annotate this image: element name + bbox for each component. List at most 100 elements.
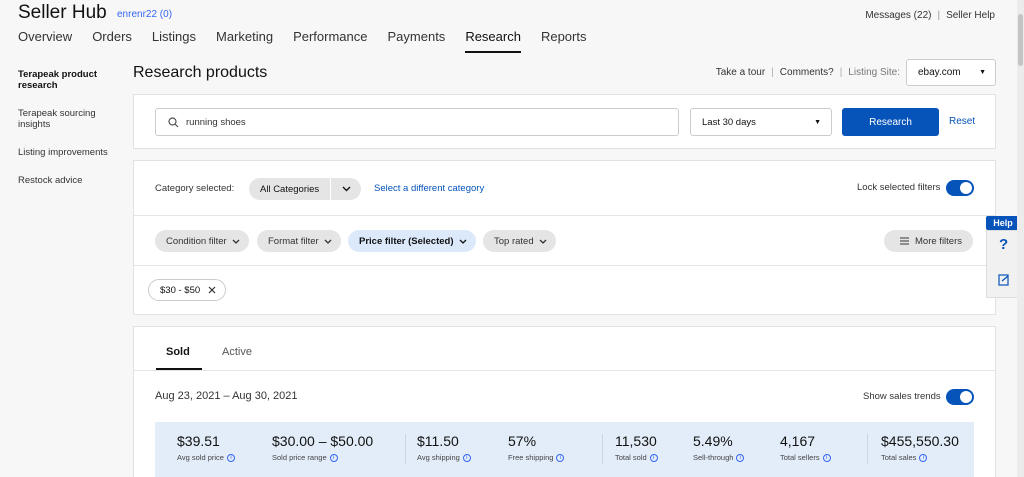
info-icon[interactable]: i	[919, 453, 928, 462]
date-range-value: Last 30 days	[702, 116, 756, 128]
tab-reports[interactable]: Reports	[541, 29, 587, 53]
stat-label: Avg shipping i	[417, 453, 471, 462]
search-query: running shoes	[186, 116, 246, 128]
chevron-down-icon	[459, 239, 466, 244]
stat-label-text: Avg sold price	[177, 453, 224, 462]
chip-label: Condition filter	[166, 235, 227, 247]
stat-total-sales: $455,550.30 Total sales i	[881, 433, 959, 462]
listing-site-label: Listing Site:	[848, 67, 900, 78]
date-range-select[interactable]: Last 30 days ▼	[690, 108, 832, 136]
stat-label-text: Sold price range	[272, 453, 327, 462]
tab-overview[interactable]: Overview	[18, 29, 72, 53]
top-links: Messages (22) | Seller Help	[865, 10, 995, 21]
stat-label: Total sold i	[615, 453, 658, 462]
more-filters-button[interactable]: More filters	[884, 230, 973, 252]
tab-payments[interactable]: Payments	[388, 29, 446, 53]
lock-filters-label: Lock selected filters	[857, 182, 941, 193]
sidebar-item-product-research[interactable]: Terapeak product research	[18, 69, 118, 91]
take-tour-link[interactable]: Take a tour	[716, 67, 765, 78]
user-link[interactable]: enrenr22 (0)	[117, 9, 172, 20]
search-input[interactable]: running shoes	[155, 108, 679, 136]
separator: |	[771, 67, 774, 78]
sales-trends-label: Show sales trends	[863, 391, 941, 402]
tab-performance[interactable]: Performance	[293, 29, 367, 53]
messages-link[interactable]: Messages (22)	[865, 10, 931, 21]
category-dropdown[interactable]: All Categories	[249, 178, 361, 200]
stat-value: $39.51	[177, 433, 220, 449]
sidebar-item-sourcing-insights[interactable]: Terapeak sourcing insights	[18, 108, 118, 130]
tab-orders[interactable]: Orders	[92, 29, 132, 53]
sidebar-item-restock-advice[interactable]: Restock advice	[18, 175, 118, 186]
stat-sell-through: 5.49% Sell-through i	[693, 433, 745, 462]
stat-avg-sold-price: $39.51 Avg sold price i	[177, 433, 235, 462]
info-icon[interactable]: i	[226, 453, 235, 462]
sidebar-item-listing-improvements[interactable]: Listing improvements	[18, 147, 118, 158]
tab-sold[interactable]: Sold	[156, 346, 202, 370]
reset-link[interactable]: Reset	[949, 116, 975, 127]
stat-label: Free shipping i	[508, 453, 565, 462]
filter-chips-row: Condition filter Format filter Price fil…	[134, 216, 995, 266]
stat-label: Total sellers i	[780, 453, 831, 462]
format-filter-chip[interactable]: Format filter	[257, 230, 341, 252]
stat-label-text: Total sold	[615, 453, 647, 462]
more-filters-label: More filters	[915, 235, 962, 247]
category-value: All Categories	[260, 183, 320, 195]
chevron-down-icon[interactable]	[331, 186, 361, 192]
sales-trends-toggle[interactable]	[946, 389, 974, 405]
category-row: Category selected: All Categories Select…	[134, 161, 995, 216]
applied-price-chip[interactable]: $30 - $50	[148, 279, 227, 301]
results-date-range: Aug 23, 2021 – Aug 30, 2021	[155, 390, 298, 402]
top-rated-chip[interactable]: Top rated	[483, 230, 556, 252]
price-filter-chip[interactable]: Price filter (Selected)	[348, 230, 476, 252]
stats-bar: $39.51 Avg sold price i $30.00 – $50.00 S…	[155, 422, 974, 477]
tab-marketing[interactable]: Marketing	[216, 29, 273, 53]
stat-total-sold: 11,530 Total sold i	[615, 433, 658, 462]
chip-label: Price filter (Selected)	[359, 235, 454, 247]
condition-filter-chip[interactable]: Condition filter	[155, 230, 249, 252]
close-icon[interactable]	[208, 286, 216, 294]
info-icon[interactable]: i	[649, 453, 658, 462]
lock-filters-toggle[interactable]	[946, 180, 974, 196]
stat-value: $30.00 – $50.00	[272, 433, 374, 449]
stat-value: 5.49%	[693, 433, 733, 449]
sidebar: Terapeak product research Terapeak sourc…	[18, 69, 118, 203]
tab-research[interactable]: Research	[465, 29, 521, 53]
category-label: Category selected:	[155, 183, 235, 194]
info-icon[interactable]: i	[462, 453, 471, 462]
app-title: Seller Hub	[18, 2, 107, 23]
chevron-down-icon	[324, 239, 332, 244]
stat-sold-price-range: $30.00 – $50.00 Sold price range i	[272, 433, 373, 462]
search-panel: running shoes Last 30 days ▼ Research Re…	[133, 94, 996, 149]
stat-label-text: Total sales	[881, 453, 917, 462]
stat-label-text: Free shipping	[508, 453, 554, 462]
stat-value: 57%	[508, 433, 537, 449]
header: Seller Hub enrenr22 (0) Messages (22) | …	[0, 0, 1024, 56]
research-button[interactable]: Research	[842, 108, 939, 136]
page-title: Research products	[133, 64, 268, 81]
info-icon[interactable]: i	[822, 453, 831, 462]
stat-label: Avg sold price i	[177, 453, 235, 462]
scrollbar-track[interactable]	[1017, 0, 1024, 477]
applied-filter-label: $30 - $50	[160, 284, 201, 296]
tab-listings[interactable]: Listings	[152, 29, 196, 53]
results-tabs: Sold Active	[134, 327, 995, 371]
select-category-link[interactable]: Select a different category	[374, 183, 484, 194]
stat-free-shipping: 57% Free shipping i	[508, 433, 565, 462]
info-icon[interactable]: i	[556, 453, 565, 462]
chip-label: Format filter	[268, 235, 319, 247]
help-tab[interactable]: Help	[986, 216, 1020, 230]
info-icon[interactable]: i	[736, 453, 745, 462]
stat-value: 11,530	[615, 433, 657, 449]
seller-help-link[interactable]: Seller Help	[946, 10, 995, 21]
question-icon[interactable]: ?	[999, 236, 1008, 253]
stat-label: Total sales i	[881, 453, 959, 462]
stat-value: $455,550.30	[881, 433, 959, 449]
tab-active[interactable]: Active	[222, 346, 252, 368]
comments-link[interactable]: Comments?	[780, 67, 834, 78]
listing-site-select[interactable]: ebay.com ▼	[906, 59, 996, 86]
feedback-icon[interactable]	[998, 274, 1010, 286]
scrollbar-thumb[interactable]	[1018, 14, 1023, 66]
results-panel: Sold Active Aug 23, 2021 – Aug 30, 2021 …	[133, 326, 996, 477]
info-icon[interactable]: i	[329, 453, 338, 462]
chip-label: Top rated	[494, 235, 534, 247]
